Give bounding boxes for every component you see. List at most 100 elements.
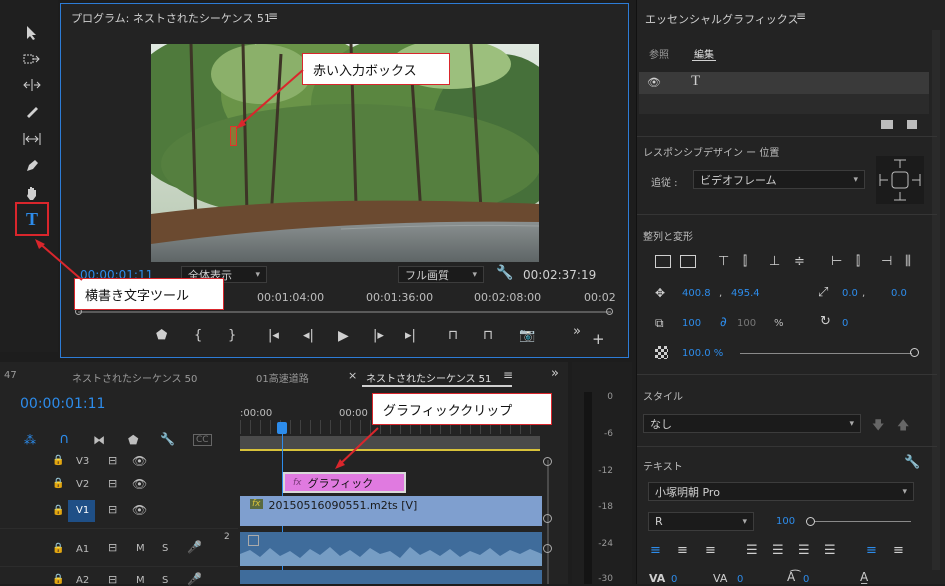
- scroll-handle-bottom[interactable]: [543, 514, 552, 523]
- export-frame-icon[interactable]: 📷: [519, 328, 535, 343]
- opacity-value[interactable]: 100.0 %: [682, 348, 723, 359]
- quality-select[interactable]: フル画質 ▾: [398, 266, 484, 283]
- pin-widget[interactable]: [876, 156, 924, 204]
- marker-icon[interactable]: ⬟: [128, 433, 138, 447]
- scale-locked-value[interactable]: 100: [737, 318, 756, 329]
- push-style-up-icon[interactable]: 🡅: [897, 416, 909, 437]
- panel-menu-icon[interactable]: ≡: [268, 9, 278, 23]
- wrench-icon[interactable]: 🔧: [904, 455, 920, 470]
- audio-clip-a1[interactable]: [240, 532, 542, 566]
- graphic-clip[interactable]: fx グラフィック: [283, 472, 406, 493]
- rotation-value[interactable]: 0: [842, 318, 848, 329]
- track-label-a2[interactable]: A2: [76, 575, 89, 586]
- add-marker-icon[interactable]: ⧓: [93, 433, 105, 447]
- timeline-tab-menu-icon[interactable]: ≡: [503, 368, 513, 382]
- justify-all-icon[interactable]: ☰: [824, 543, 836, 558]
- more-icon[interactable]: »: [573, 324, 581, 339]
- align-top-text-icon[interactable]: ≡: [866, 543, 877, 558]
- font-family-select[interactable]: 小塚明朝 Pro ▾: [648, 482, 914, 501]
- justify-last-right-icon[interactable]: ☰: [798, 543, 810, 558]
- timeline-tab-seq51[interactable]: ネストされたシーケンス 51: [366, 370, 491, 385]
- timeline-tab-highway[interactable]: 01高速道路: [256, 370, 309, 385]
- lock-icon[interactable]: 🔒: [52, 505, 64, 516]
- mute-button-a1[interactable]: M: [136, 543, 145, 554]
- position-y[interactable]: 495.4: [731, 288, 760, 299]
- kerning-value[interactable]: 0: [671, 574, 677, 585]
- select-icon[interactable]: [18, 22, 46, 44]
- sync-lock-icon[interactable]: ⊟: [108, 477, 117, 490]
- tracking-value[interactable]: 0: [737, 574, 743, 585]
- align-to-video-frame-icon[interactable]: [655, 255, 671, 268]
- step-back-icon[interactable]: ◂|: [303, 328, 314, 343]
- scroll-handle-top[interactable]: [543, 457, 552, 466]
- essential-graphics-title[interactable]: エッセンシャルグラフィックス: [645, 11, 798, 27]
- align-text-center-icon[interactable]: ≡: [677, 543, 688, 558]
- push-style-down-icon[interactable]: 🡇: [872, 416, 884, 437]
- track-label-v3[interactable]: V3: [76, 456, 89, 467]
- font-size-slider[interactable]: [815, 521, 911, 522]
- sync-lock-icon[interactable]: ⊟: [108, 503, 117, 516]
- linked-selection-icon[interactable]: ∩: [59, 431, 69, 447]
- solo-button-a2[interactable]: S: [162, 575, 168, 586]
- timeline-tab-seq50[interactable]: ネストされたシーケンス 50: [72, 370, 197, 385]
- lift-icon[interactable]: ⊓: [448, 328, 458, 343]
- tab-close-icon[interactable]: ×: [348, 369, 357, 382]
- timeline-work-area[interactable]: [240, 436, 540, 450]
- work-area-bar[interactable]: [240, 449, 540, 451]
- baseline-shift-value[interactable]: 0: [803, 574, 809, 585]
- new-layer-icon[interactable]: [907, 120, 917, 129]
- scale-value[interactable]: 100: [682, 318, 701, 329]
- snap-icon[interactable]: ⁂: [24, 433, 36, 447]
- hand-icon[interactable]: [18, 182, 46, 204]
- sync-lock-icon[interactable]: ⊟: [108, 454, 117, 467]
- align-text-left-icon[interactable]: ≡: [650, 543, 661, 558]
- opacity-slider-handle[interactable]: [910, 348, 919, 357]
- mark-in-icon[interactable]: {: [194, 328, 202, 343]
- font-size-slider-handle[interactable]: [806, 517, 815, 526]
- add-marker-icon[interactable]: ⬟: [156, 328, 167, 343]
- font-size-value[interactable]: 100: [776, 516, 795, 527]
- timeline-overflow-icon[interactable]: »: [551, 366, 559, 381]
- go-to-in-icon[interactable]: |◂: [268, 328, 279, 343]
- scroll-handle-audio[interactable]: [543, 544, 552, 553]
- distribute-horizontal-icon[interactable]: ⫼: [905, 254, 911, 269]
- sync-lock-icon[interactable]: ⊟: [108, 573, 117, 586]
- eye-icon[interactable]: 👁: [132, 477, 147, 491]
- track-label-v2[interactable]: V2: [76, 479, 89, 490]
- program-monitor-title[interactable]: プログラム: ネストされたシーケンス 51: [71, 10, 271, 26]
- add-button-icon[interactable]: +: [592, 330, 605, 348]
- eye-icon[interactable]: 👁: [132, 503, 147, 517]
- anchor-x[interactable]: 0.0: [842, 288, 858, 299]
- solo-button-a1[interactable]: S: [162, 543, 168, 554]
- extract-icon[interactable]: ⊓: [483, 328, 493, 343]
- distribute-icon[interactable]: ≑: [794, 254, 805, 269]
- align-right-icon[interactable]: ⊣: [881, 254, 892, 269]
- align-bottom-icon[interactable]: ⊥: [769, 254, 780, 269]
- wrench-icon[interactable]: 🔧: [496, 265, 513, 281]
- eg-scrollbar[interactable]: [932, 30, 940, 570]
- justify-last-center-icon[interactable]: ☰: [772, 543, 784, 558]
- link-icon[interactable]: ∂: [720, 315, 727, 330]
- lock-icon[interactable]: 🔒: [52, 543, 64, 554]
- eye-icon[interactable]: 👁: [647, 76, 661, 89]
- razor-icon[interactable]: [18, 101, 46, 123]
- lock-icon[interactable]: 🔒: [52, 478, 64, 489]
- anchor-y[interactable]: 0.0: [891, 288, 907, 299]
- tab-browse[interactable]: 参照: [649, 46, 669, 61]
- captions-icon[interactable]: CC: [193, 434, 212, 446]
- justify-last-left-icon[interactable]: ☰: [746, 543, 758, 558]
- tab-edit[interactable]: 編集: [694, 46, 714, 61]
- step-forward-icon[interactable]: |▸: [373, 328, 384, 343]
- type-tool-icon[interactable]: T: [15, 202, 49, 236]
- follow-select[interactable]: ビデオフレーム ▾: [693, 170, 865, 189]
- playhead-handle[interactable]: [277, 422, 287, 434]
- align-left-icon[interactable]: ⊢: [831, 254, 842, 269]
- ripple-edit-icon[interactable]: [18, 74, 46, 96]
- go-to-out-icon[interactable]: ▸|: [405, 328, 416, 343]
- panel-menu-icon[interactable]: ≡: [796, 9, 806, 23]
- layer-row[interactable]: [639, 72, 929, 94]
- scroll-handle-right[interactable]: [606, 308, 613, 315]
- track-label-v1[interactable]: V1: [76, 505, 89, 516]
- program-scrollbar[interactable]: [78, 311, 611, 313]
- video-clip-v1[interactable]: fx 20150516090551.m2ts [V]: [240, 496, 542, 526]
